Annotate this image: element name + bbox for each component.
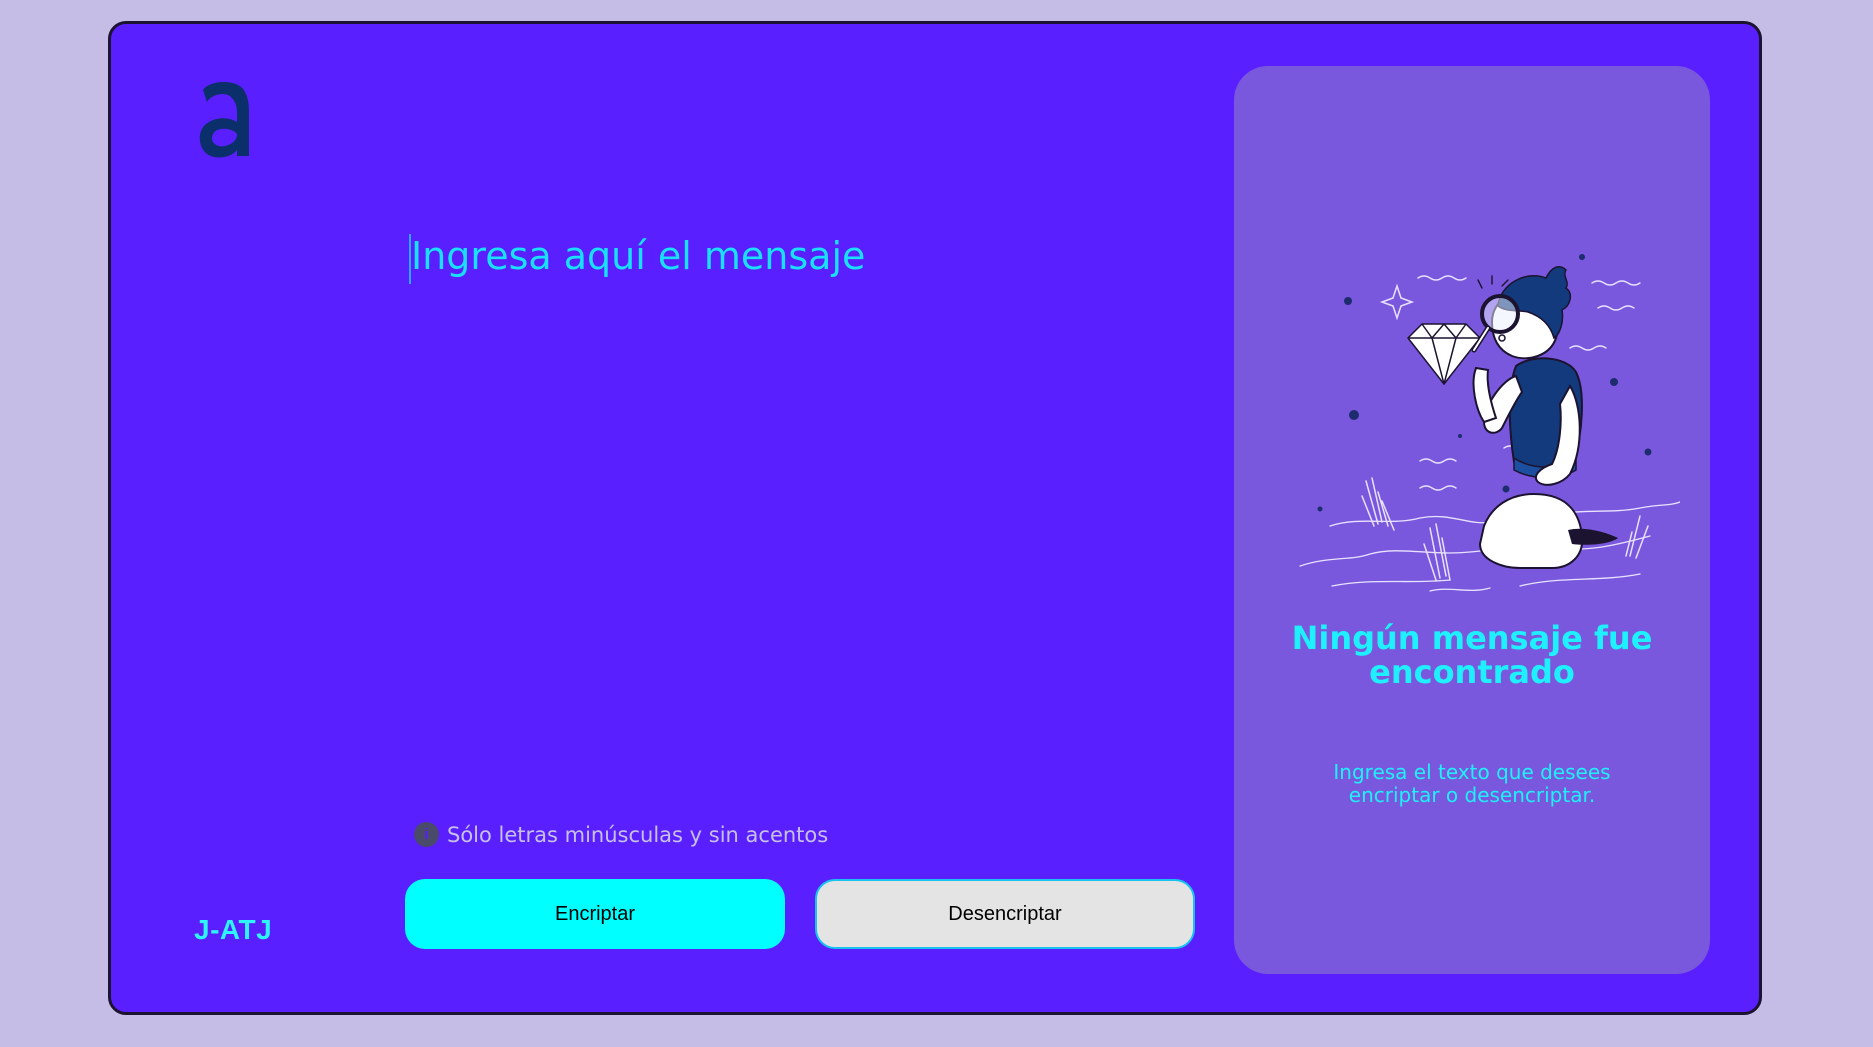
app-window: i Sólo letras minúsculas y sin acentos J… xyxy=(108,21,1762,1015)
empty-state-subtitle: Ingresa el texto que desees encriptar o … xyxy=(1333,760,1611,807)
message-input[interactable] xyxy=(411,234,1191,794)
encrypt-button[interactable]: Encriptar xyxy=(405,879,785,949)
output-panel: Ningún mensaje fue encontrado Ingresa el… xyxy=(1234,66,1710,974)
brand-name: J-ATJ xyxy=(194,914,273,945)
input-hint: i Sólo letras minúsculas y sin acentos xyxy=(414,822,828,847)
message-input-container xyxy=(411,234,1191,794)
hint-text: Sólo letras minúsculas y sin acentos xyxy=(447,822,829,847)
decrypt-button[interactable]: Desencriptar xyxy=(815,879,1195,949)
person-with-magnifying-glass-illustration xyxy=(1299,254,1680,592)
letter-a-logo-icon xyxy=(199,82,249,158)
info-icon: i xyxy=(414,822,439,847)
empty-state-title: Ningún mensaje fue encontrado xyxy=(1291,619,1653,691)
